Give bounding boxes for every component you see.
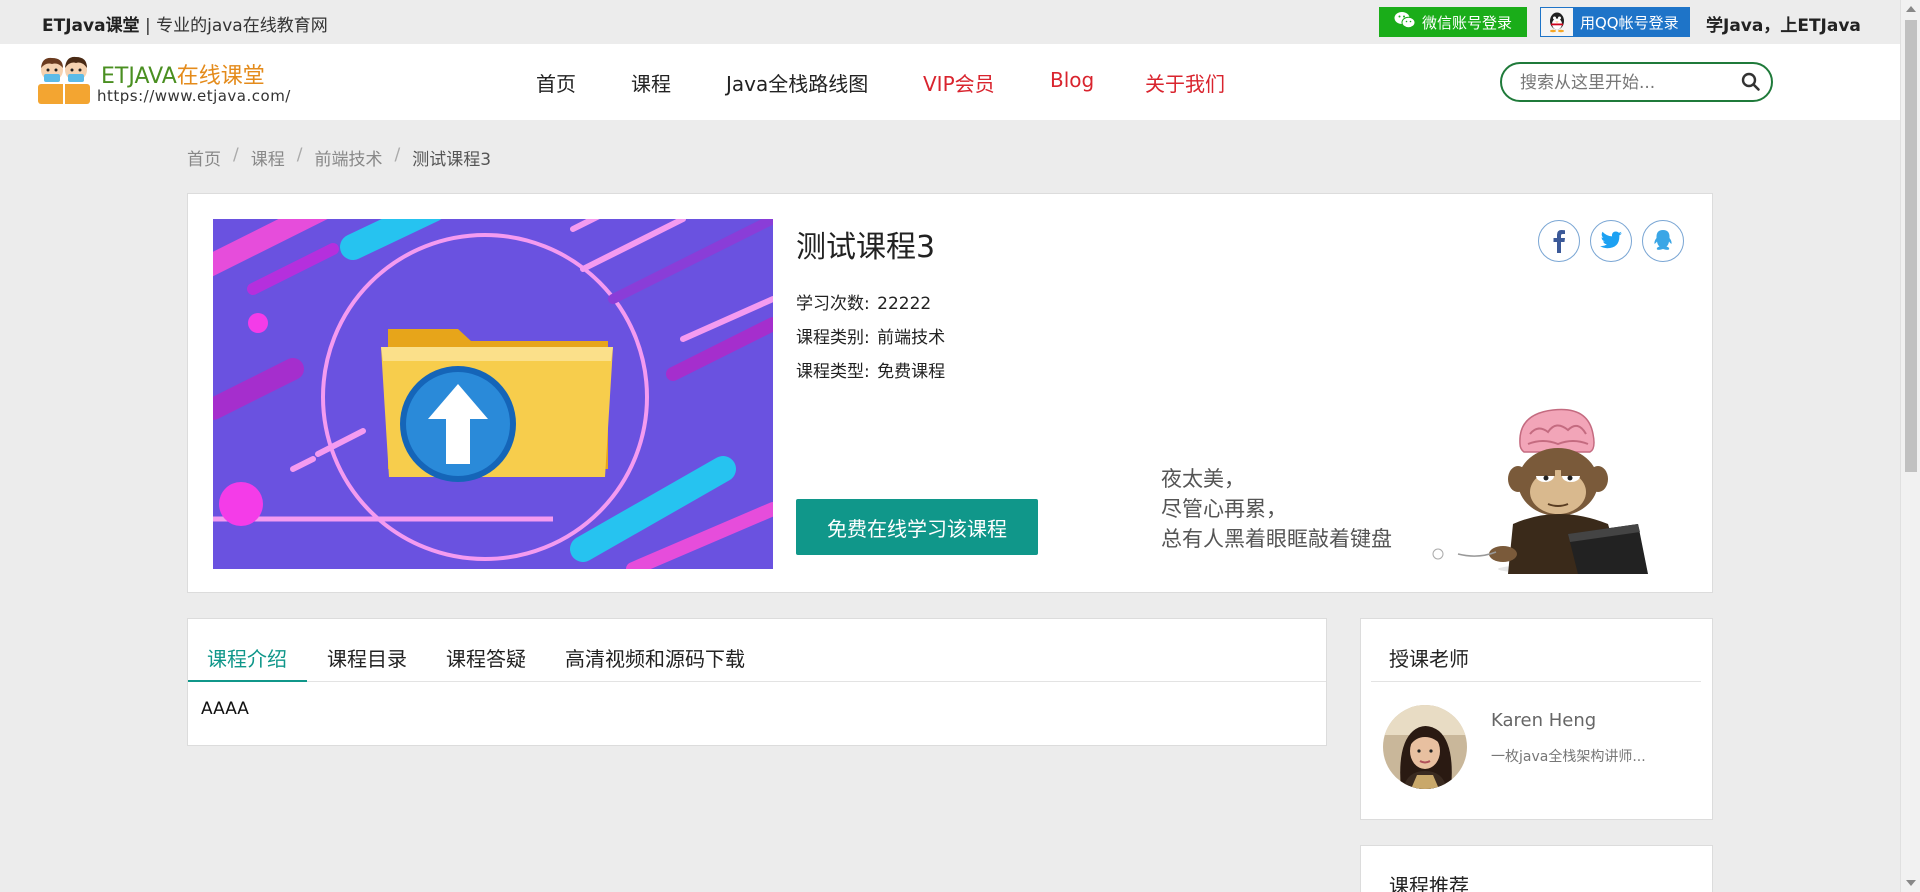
tab-course-qa[interactable]: 课程答疑 — [446, 643, 526, 672]
nav-home[interactable]: 首页 — [536, 68, 576, 97]
teacher-name[interactable]: Karen Heng — [1491, 710, 1596, 731]
search-icon[interactable] — [1741, 72, 1761, 96]
teacher-panel-header: 授课老师 — [1371, 619, 1701, 682]
slogan: 学Java，上ETJava — [1706, 16, 1861, 36]
course-tabs-panel: 课程介绍 课程目录 课程答疑 高清视频和源码下载 AAAA — [187, 618, 1327, 746]
scrollbar-thumb[interactable] — [1905, 20, 1917, 472]
twitter-icon[interactable] — [1590, 220, 1632, 262]
course-recommend-panel: 课程推荐 — [1360, 845, 1713, 892]
site-brand: ETJava课堂 | 专业的java在线教育网 — [42, 11, 328, 36]
nav-blog[interactable]: Blog — [1050, 68, 1094, 92]
tab-course-catalog[interactable]: 课程目录 — [327, 643, 407, 672]
coding-monkey-illustration — [1418, 404, 1648, 578]
qq-icon[interactable] — [1642, 220, 1684, 262]
category-value: 前端技术 — [877, 328, 946, 348]
qq-penguin-icon — [1540, 7, 1574, 37]
scroll-down-arrow-icon[interactable] — [1906, 880, 1916, 886]
tab-course-intro[interactable]: 课程介绍 — [207, 643, 287, 672]
tab-video-source-download[interactable]: 高清视频和源码下载 — [565, 643, 745, 672]
study-count-value: 22222 — [877, 294, 932, 314]
promo-line: 总有人黑着眼眶敲着键盘 — [1161, 527, 1392, 551]
site-logo[interactable]: ETJAVA在线课堂 https://www.etjava.com/ — [34, 52, 294, 112]
nav-java-roadmap[interactable]: Java全栈路线图 — [726, 68, 868, 97]
wechat-login-button[interactable]: 微信账号登录 — [1379, 7, 1527, 37]
breadcrumb-separator: / — [233, 145, 239, 165]
course-cover-image — [213, 219, 773, 569]
search-input[interactable] — [1520, 72, 1730, 94]
teacher-description: 一枚java全栈架构讲师... — [1491, 749, 1646, 765]
brand-tagline: | 专业的java在线教育网 — [139, 16, 328, 36]
breadcrumb-courses[interactable]: 课程 — [251, 145, 285, 170]
promo-text: 夜太美， 尽管心再累， 总有人黑着眼眶敲着键盘 — [1161, 464, 1392, 554]
course-study-count: 学习次数: 22222 — [796, 289, 931, 314]
promo-line: 夜太美， — [1161, 467, 1245, 491]
teacher-panel: 授课老师 Karen Heng 一枚java全栈架构讲师... — [1360, 618, 1713, 820]
logo-kids-icon — [38, 56, 90, 104]
logo-url: https://www.etjava.com/ — [97, 87, 291, 105]
study-count-label: 学习次数: — [796, 294, 870, 314]
promo-line: 尽管心再累， — [1161, 497, 1287, 521]
teacher-avatar[interactable] — [1383, 705, 1467, 789]
course-type: 课程类型: 免费课程 — [796, 357, 945, 382]
search-box — [1500, 62, 1773, 102]
qq-login-label: 用QQ帐号登录 — [1580, 13, 1679, 32]
category-label: 课程类别: — [796, 328, 870, 348]
wechat-login-label: 微信账号登录 — [1421, 13, 1512, 32]
breadcrumb-separator: / — [296, 145, 303, 165]
teacher-heading: 授课老师 — [1389, 647, 1469, 671]
top-bar: ETJava课堂 | 专业的java在线教育网 微信账号登录 用QQ帐号登录 学… — [0, 0, 1900, 44]
breadcrumb-home[interactable]: 首页 — [187, 145, 221, 170]
logo-title: ETJAVA在线课堂 — [101, 58, 265, 90]
breadcrumb-category[interactable]: 前端技术 — [314, 145, 382, 170]
type-label: 课程类型: — [796, 362, 870, 382]
brand-name: ETJava课堂 — [42, 16, 140, 36]
recommend-heading: 课程推荐 — [1389, 874, 1469, 892]
logo-title-en: ETJAVA — [101, 64, 177, 89]
nav-vip[interactable]: VIP会员 — [923, 68, 995, 97]
breadcrumb-separator: / — [394, 145, 401, 165]
main-navbar: ETJAVA在线课堂 https://www.etjava.com/ 首页 课程… — [0, 44, 1900, 120]
free-study-button[interactable]: 免费在线学习该课程 — [796, 499, 1038, 555]
breadcrumb-current: 测试课程3 — [412, 150, 492, 170]
page-scrollbar[interactable] — [1900, 0, 1920, 892]
qq-login-button[interactable]: 用QQ帐号登录 — [1540, 7, 1690, 37]
nav-courses[interactable]: 课程 — [631, 68, 671, 97]
nav-about[interactable]: 关于我们 — [1145, 68, 1225, 97]
type-value: 免费课程 — [877, 362, 946, 382]
course-tabs: 课程介绍 课程目录 课程答疑 高清视频和源码下载 — [188, 619, 1326, 682]
course-card: 测试课程3 学习次数: 22222 课程类别: 前端技术 课程类型: 免费课程 … — [187, 193, 1713, 593]
active-tab-indicator — [188, 680, 307, 682]
facebook-icon[interactable] — [1538, 220, 1580, 262]
breadcrumb: 首页 / 课程 / 前端技术 / 测试课程3 — [187, 145, 491, 170]
scroll-up-arrow-icon[interactable] — [1906, 6, 1916, 12]
logo-title-cn: 在线课堂 — [176, 64, 265, 89]
course-intro-content: AAAA — [201, 699, 249, 719]
course-category: 课程类别: 前端技术 — [796, 323, 945, 348]
course-title: 测试课程3 — [796, 230, 936, 265]
wechat-icon — [1394, 11, 1416, 33]
